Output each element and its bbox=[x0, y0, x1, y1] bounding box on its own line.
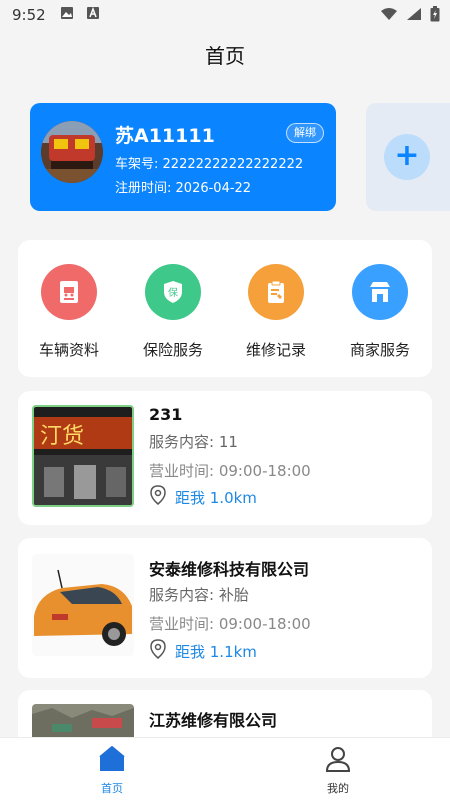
service-value: 补胎 bbox=[218, 586, 249, 604]
service-label: 服务内容: bbox=[149, 433, 215, 451]
service-vehicle-info[interactable]: 车辆资料 bbox=[24, 264, 114, 360]
vehicle-card[interactable]: 苏A11111 解绑 车架号: 22222222222222222 注册时间: … bbox=[30, 103, 336, 211]
store-distance[interactable]: 距我 1.0km bbox=[149, 485, 257, 509]
svg-text:保: 保 bbox=[168, 286, 178, 299]
user-icon bbox=[323, 747, 353, 777]
location-pin-icon bbox=[149, 639, 175, 663]
registration-label: 注册时间: bbox=[115, 181, 172, 196]
insurance-shield-icon: 保 bbox=[145, 264, 201, 320]
hours-label: 营业时间: bbox=[149, 462, 215, 480]
vehicle-avatar bbox=[41, 121, 103, 183]
page-title: 首页 bbox=[205, 44, 245, 68]
signal-icon bbox=[406, 7, 422, 25]
store-service-row: 服务内容: 11 bbox=[149, 431, 238, 452]
service-merchant[interactable]: 商家服务 bbox=[335, 264, 425, 360]
registration-date: 2026-04-22 bbox=[175, 181, 252, 196]
store-thumbnail bbox=[32, 704, 134, 737]
store-card[interactable]: 安泰维修科技有限公司 服务内容: 补胎 营业时间: 09:00-18:00 距我… bbox=[18, 538, 432, 678]
store-name: 江苏维修有限公司 bbox=[149, 711, 278, 730]
hours-value: 09:00-18:00 bbox=[218, 462, 311, 480]
unbind-button[interactable]: 解绑 bbox=[286, 123, 324, 143]
distance-text: 距我 1.1km bbox=[175, 642, 257, 661]
a-notification-icon bbox=[86, 6, 100, 24]
status-bar: 9:52 bbox=[0, 0, 450, 30]
hours-value: 09:00-18:00 bbox=[218, 615, 311, 633]
registration-row: 注册时间: 2026-04-22 bbox=[115, 177, 251, 196]
service-repair-records[interactable]: 维修记录 bbox=[231, 264, 321, 360]
vin-value: 22222222222222222 bbox=[162, 157, 304, 172]
tab-home[interactable]: 首页 bbox=[72, 744, 152, 796]
service-label: 维修记录 bbox=[245, 341, 306, 359]
vehicle-doc-icon bbox=[41, 264, 97, 320]
store-card[interactable]: 江苏维修有限公司 bbox=[18, 690, 432, 737]
vin-label: 车架号: bbox=[115, 157, 159, 172]
add-vehicle-card[interactable]: + bbox=[366, 103, 450, 211]
battery-icon bbox=[430, 6, 440, 26]
repair-clipboard-icon bbox=[248, 264, 304, 320]
tab-label: 首页 bbox=[101, 782, 123, 795]
svg-text:汀货: 汀货 bbox=[40, 424, 84, 449]
store-name: 231 bbox=[149, 405, 183, 424]
store-service-row: 服务内容: 补胎 bbox=[149, 584, 249, 605]
vehicle-plate: 苏A11111 bbox=[115, 125, 215, 147]
distance-text: 距我 1.0km bbox=[175, 488, 257, 507]
service-label: 服务内容: bbox=[149, 586, 215, 604]
store-thumbnail bbox=[32, 554, 134, 656]
image-notification-icon bbox=[60, 6, 74, 24]
bottom-tab-bar: 首页 我的 bbox=[0, 737, 450, 800]
services-panel: 车辆资料 保 保险服务 维修记录 商家服务 bbox=[18, 240, 432, 377]
service-insurance[interactable]: 保 保险服务 bbox=[128, 264, 218, 360]
location-pin-icon bbox=[149, 485, 175, 509]
wifi-icon bbox=[380, 7, 398, 25]
store-hours-row: 营业时间: 09:00-18:00 bbox=[149, 613, 311, 634]
service-label: 车辆资料 bbox=[38, 341, 99, 359]
status-time: 9:52 bbox=[12, 6, 46, 24]
tab-mine[interactable]: 我的 bbox=[298, 744, 378, 796]
store-icon bbox=[352, 264, 408, 320]
service-value: 11 bbox=[218, 433, 238, 451]
store-name: 安泰维修科技有限公司 bbox=[149, 560, 310, 579]
service-label: 保险服务 bbox=[142, 341, 203, 359]
service-label: 商家服务 bbox=[349, 341, 410, 359]
store-card[interactable]: 汀货 231 服务内容: 11 营业时间: 09:00-18:00 距我 1.0… bbox=[18, 391, 432, 525]
tab-label: 我的 bbox=[327, 782, 349, 795]
store-thumbnail: 汀货 bbox=[32, 405, 134, 507]
hours-label: 营业时间: bbox=[149, 615, 215, 633]
add-vehicle-button[interactable]: + bbox=[384, 134, 430, 180]
store-distance[interactable]: 距我 1.1km bbox=[149, 639, 257, 663]
home-icon bbox=[97, 746, 127, 777]
vin-row: 车架号: 22222222222222222 bbox=[115, 153, 303, 172]
store-hours-row: 营业时间: 09:00-18:00 bbox=[149, 460, 311, 481]
